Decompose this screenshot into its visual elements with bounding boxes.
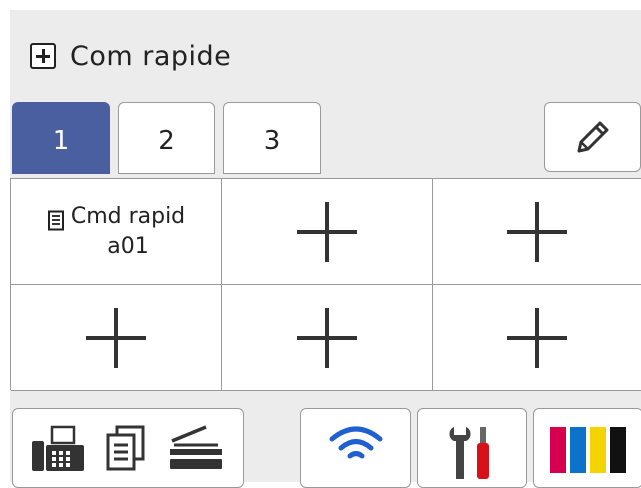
tab-1[interactable]: 1 <box>12 102 110 174</box>
tab-2[interactable]: 2 <box>118 102 215 174</box>
wifi-button[interactable] <box>300 408 411 488</box>
shortcut-label-line2: a01 <box>107 233 149 259</box>
plus-icon <box>86 307 146 368</box>
mode-button[interactable] <box>12 408 244 488</box>
shortcut-label-line1: Cmd rapid <box>70 203 186 229</box>
scan-icon <box>170 425 222 469</box>
shortcut-grid: Cmd rapid a01 <box>10 178 641 391</box>
toner-button[interactable] <box>533 408 641 488</box>
header: Com rapide <box>30 36 231 76</box>
add-shortcut-button[interactable] <box>222 285 433 391</box>
tab-label: 1 <box>52 126 70 156</box>
toner-icon <box>550 427 626 473</box>
copy-icon <box>106 425 145 471</box>
fax-icon <box>32 425 84 471</box>
plus-icon <box>297 307 357 368</box>
page-title: Com rapide <box>70 40 232 72</box>
wrench-screwdriver-icon <box>449 427 489 479</box>
pencil-icon <box>577 121 608 153</box>
tab-3[interactable]: 3 <box>223 102 321 174</box>
document-icon <box>47 210 64 230</box>
shortcut-label: Cmd rapid a01 <box>71 202 185 262</box>
add-square-icon <box>30 43 56 69</box>
plus-icon <box>507 307 567 368</box>
tab-label: 3 <box>263 126 281 156</box>
settings-button[interactable] <box>417 408 527 488</box>
shortcut-button-a01[interactable]: Cmd rapid a01 <box>11 179 222 285</box>
plus-icon <box>507 201 567 262</box>
add-shortcut-button[interactable] <box>433 285 641 391</box>
screen: Com rapide 1 2 3 Cmd rapid a01 <box>0 0 641 488</box>
add-shortcut-button[interactable] <box>11 285 222 391</box>
shortcut-content: Cmd rapid a01 <box>47 202 185 262</box>
add-shortcut-button[interactable] <box>433 179 641 285</box>
plus-icon <box>297 201 357 262</box>
tab-label: 2 <box>158 126 175 156</box>
add-shortcut-button[interactable] <box>222 179 433 285</box>
wifi-icon <box>329 426 382 459</box>
edit-button[interactable] <box>544 102 641 172</box>
